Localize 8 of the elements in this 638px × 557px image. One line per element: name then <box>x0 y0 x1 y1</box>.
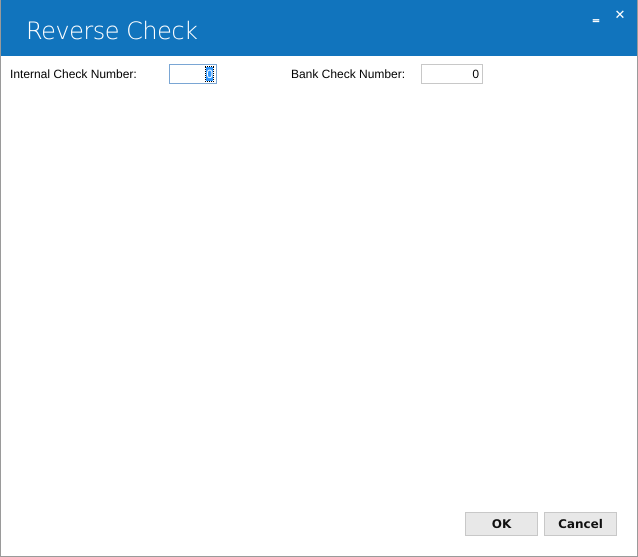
cancel-button[interactable]: Cancel <box>544 512 617 536</box>
ok-button[interactable]: OK <box>465 512 538 536</box>
field-label: Internal Check Number: <box>10 67 138 81</box>
field-label: Bank Check Number: <box>291 67 406 81</box>
minimize-button[interactable]: ‗ <box>587 6 605 24</box>
input-field[interactable]: 0 <box>421 64 483 84</box>
close-button[interactable]: ✕ <box>611 6 629 24</box>
window-title: Reverse Check <box>26 17 198 45</box>
